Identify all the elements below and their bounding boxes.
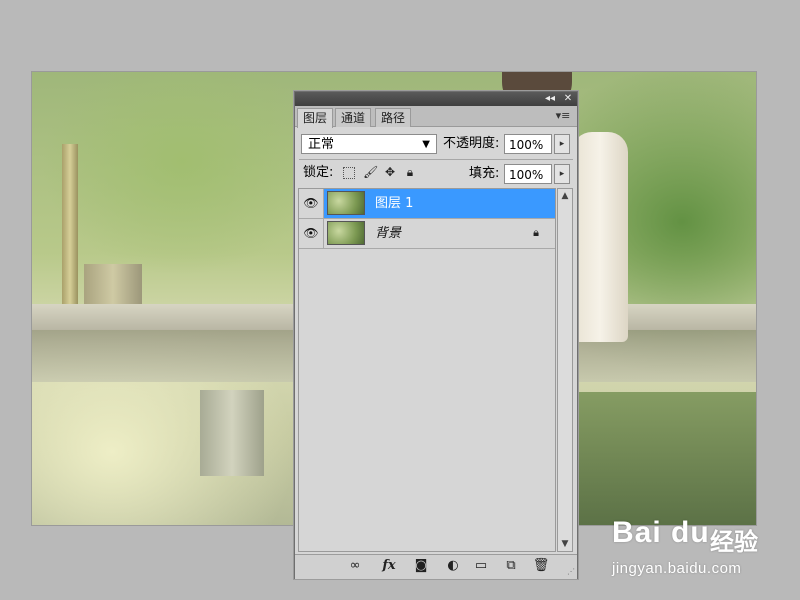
- lock-all-icon[interactable]: 🔒︎: [403, 165, 417, 179]
- watermark-logo: Bai du: [612, 516, 710, 549]
- tab-paths[interactable]: 路径: [375, 108, 412, 127]
- watermark-url: jingyan.baidu.com: [612, 560, 742, 577]
- layers-scrollbar[interactable]: ▲ ▼: [557, 188, 573, 552]
- lock-label: 锁定:: [303, 165, 334, 180]
- link-icon[interactable]: ∞: [345, 558, 365, 574]
- mask-icon[interactable]: ◙: [411, 558, 431, 574]
- eye-icon: 👁︎: [303, 196, 319, 210]
- watermark: Bai du 经验 jingyan.baidu.com: [612, 516, 792, 586]
- layer-name: 背景: [375, 226, 402, 241]
- layer-row[interactable]: 👁︎ 图层 1: [299, 189, 555, 219]
- divider: [299, 159, 573, 160]
- lock-position-icon[interactable]: ✥: [383, 165, 397, 179]
- layer-name: 图层 1: [375, 196, 414, 211]
- scroll-up-icon[interactable]: ▲: [558, 189, 572, 203]
- trash-icon[interactable]: 🗑: [531, 558, 551, 574]
- fill-label: 填充:: [469, 166, 500, 181]
- scroll-down-icon[interactable]: ▼: [558, 537, 572, 551]
- photo-post: [62, 144, 78, 324]
- tab-channels[interactable]: 通道: [335, 108, 372, 127]
- new-layer-icon[interactable]: ⧉: [501, 558, 521, 574]
- fill-slider-button[interactable]: ▸: [554, 164, 570, 184]
- resize-grip-icon[interactable]: ⋰: [565, 567, 575, 577]
- chevron-down-icon: ▼: [422, 139, 430, 150]
- lock-transparent-pixels-icon[interactable]: [343, 167, 355, 179]
- blend-mode-value: 正常: [308, 137, 335, 152]
- close-panel-button[interactable]: ✕: [561, 92, 575, 106]
- tab-layers[interactable]: 图层: [297, 108, 334, 128]
- photo-pillar: [200, 390, 264, 476]
- visibility-toggle[interactable]: 👁︎: [299, 189, 324, 218]
- layer-row[interactable]: 👁︎ 背景 🔒︎: [299, 219, 555, 249]
- fx-icon[interactable]: fx: [379, 558, 399, 574]
- photo-water-grass: [572, 392, 756, 525]
- opacity-input[interactable]: 100%: [504, 134, 552, 154]
- layers-panel: ◂◂ ✕ 图层 通道 路径 ▾≡ 正常 ▼ 不透明度: 100% ▸ 锁定: 🖌…: [294, 91, 578, 579]
- lock-image-pixels-icon[interactable]: 🖌: [363, 165, 378, 179]
- panel-menu-icon[interactable]: ▾≡: [553, 108, 573, 124]
- opacity-slider-button[interactable]: ▸: [554, 134, 570, 154]
- panel-titlebar[interactable]: ◂◂ ✕: [295, 92, 577, 106]
- eye-icon: 👁︎: [303, 226, 319, 240]
- fill-input[interactable]: 100%: [504, 164, 552, 184]
- blend-mode-select[interactable]: 正常 ▼: [301, 134, 437, 154]
- layers-list: 👁︎ 图层 1 👁︎ 背景 🔒︎: [298, 188, 556, 552]
- lock-icon: 🔒︎: [533, 226, 539, 239]
- opacity-label: 不透明度:: [443, 136, 500, 151]
- photo-figure: [572, 132, 628, 342]
- collapse-panel-button[interactable]: ◂◂: [543, 92, 557, 106]
- layer-thumbnail: [327, 221, 365, 245]
- layer-thumbnail: [327, 191, 365, 215]
- panel-tabs: 图层 通道 路径 ▾≡: [295, 106, 577, 128]
- adjustment-icon[interactable]: ◐: [443, 558, 463, 574]
- visibility-toggle[interactable]: 👁︎: [299, 219, 324, 248]
- watermark-text: 经验: [710, 528, 758, 556]
- panel-footer: ∞ fx ◙ ◐ ▭ ⧉ 🗑 ⋰: [295, 554, 577, 579]
- group-folder-icon[interactable]: ▭: [471, 558, 491, 574]
